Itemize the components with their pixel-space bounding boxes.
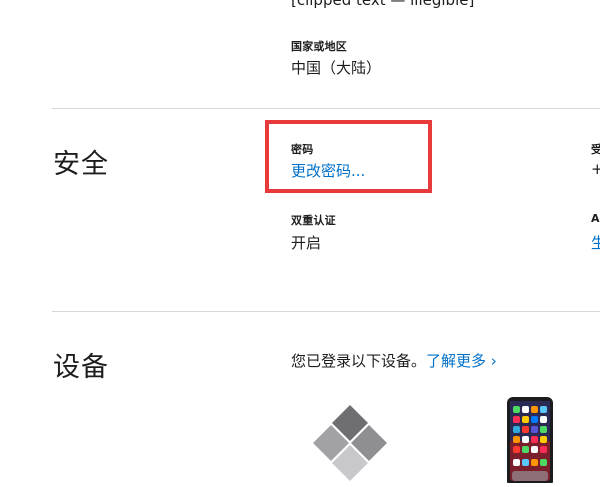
windows-pc-icon[interactable] bbox=[313, 405, 387, 483]
country-value: 中国（大陆） bbox=[291, 59, 382, 77]
highlight-box bbox=[265, 120, 432, 193]
divider-security-devices bbox=[52, 311, 600, 312]
devices-description-text: 您已登录以下设备。 bbox=[291, 352, 427, 370]
section-title-security: 安全 bbox=[53, 149, 109, 180]
iphone-icon[interactable] bbox=[506, 397, 554, 487]
section-title-devices: 设备 bbox=[53, 352, 109, 383]
app-password-label-clipped: A bbox=[591, 212, 600, 225]
generate-password-link-clipped[interactable]: 生 bbox=[591, 232, 600, 253]
learn-more-link[interactable]: 了解更多 › bbox=[426, 352, 497, 370]
iphone-icon-graphic bbox=[507, 397, 553, 487]
devices-description: 您已登录以下设备。了解更多 › bbox=[291, 350, 497, 371]
trusted-phone-label-clipped: 受 bbox=[591, 143, 600, 156]
divider-account-security bbox=[52, 108, 600, 109]
windows-pc-icon-graphic bbox=[313, 405, 387, 481]
two-factor-value: 开启 bbox=[291, 234, 322, 252]
two-factor-label: 双重认证 bbox=[291, 214, 336, 227]
clipped-top-text: [clipped text — illegible] bbox=[291, 0, 475, 9]
country-label: 国家或地区 bbox=[291, 40, 347, 53]
trusted-phone-value-clipped: + bbox=[591, 160, 600, 178]
